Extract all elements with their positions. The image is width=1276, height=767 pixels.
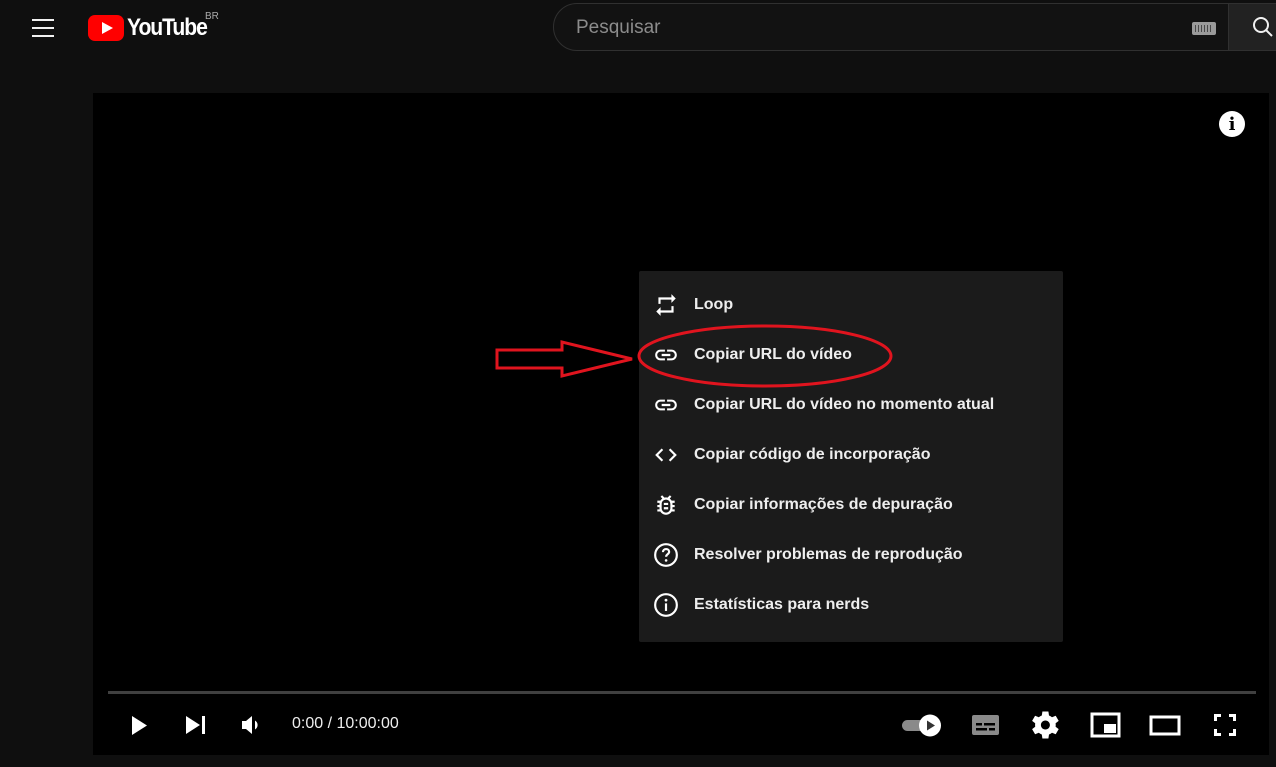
menu-item-copy-embed-code[interactable]: Copiar código de incorporação	[639, 431, 1063, 479]
hamburger-icon-bar	[32, 27, 54, 29]
info-icon	[654, 593, 678, 617]
fullscreen-icon[interactable]	[1207, 707, 1243, 743]
region-code: BR	[205, 11, 219, 22]
menu-item-label: Copiar URL do vídeo no momento atual	[694, 396, 995, 413]
hamburger-icon	[32, 19, 54, 21]
video-player[interactable]: i Loop Copiar URL do vídeo Copiar URL do…	[93, 93, 1269, 755]
next-icon[interactable]	[178, 707, 214, 743]
menu-item-label: Estatísticas para nerds	[694, 596, 870, 613]
logo-text: YouTube	[127, 14, 208, 41]
volume-icon[interactable]	[234, 707, 270, 743]
video-info-button[interactable]: i	[1219, 111, 1245, 137]
keyboard-icon[interactable]	[1192, 22, 1216, 35]
menu-item-copy-video-url-at-time[interactable]: Copiar URL do vídeo no momento atual	[639, 381, 1063, 429]
menu-item-label: Copiar informações de depuração	[694, 496, 953, 513]
bug-icon	[657, 495, 675, 515]
subtitles-icon[interactable]	[967, 707, 1003, 743]
youtube-play-logo-icon	[88, 15, 124, 41]
search-icon	[1253, 17, 1273, 37]
menu-item-label: Resolver problemas de reprodução	[694, 546, 963, 563]
hamburger-icon-bar	[32, 35, 54, 37]
menu-item-troubleshoot-playback[interactable]: Resolver problemas de reprodução	[639, 531, 1063, 579]
time-display: 0:00 / 10:00:00	[292, 715, 399, 732]
info-icon: i	[1228, 114, 1236, 135]
progress-bar[interactable]	[108, 691, 1256, 694]
menu-item-label: Loop	[694, 296, 734, 313]
code-icon	[655, 448, 677, 462]
link-icon	[655, 349, 677, 361]
search-button[interactable]	[1228, 3, 1276, 51]
search-input[interactable]	[574, 14, 1168, 42]
loop-icon	[656, 294, 676, 316]
menu-item-copy-debug-info[interactable]: Copiar informações de depuração	[639, 481, 1063, 529]
search-box	[553, 3, 1229, 51]
link-icon	[655, 399, 677, 411]
miniplayer-icon[interactable]	[1087, 707, 1123, 743]
settings-icon[interactable]	[1027, 707, 1063, 743]
player-context-menu: Loop Copiar URL do vídeo Copiar URL do v…	[639, 271, 1063, 642]
help-icon	[654, 543, 678, 567]
menu-item-label: Copiar código de incorporação	[694, 446, 931, 463]
masthead: YouTube BR	[0, 0, 1276, 62]
menu-item-loop[interactable]: Loop	[639, 281, 1063, 329]
menu-item-stats-for-nerds[interactable]: Estatísticas para nerds	[639, 581, 1063, 629]
theater-icon[interactable]	[1147, 707, 1183, 743]
menu-button[interactable]	[22, 13, 64, 43]
menu-item-copy-video-url[interactable]: Copiar URL do vídeo	[639, 331, 1063, 379]
menu-item-label: Copiar URL do vídeo	[694, 346, 852, 363]
play-icon[interactable]	[121, 707, 157, 743]
autoplay-toggle[interactable]	[899, 707, 945, 743]
